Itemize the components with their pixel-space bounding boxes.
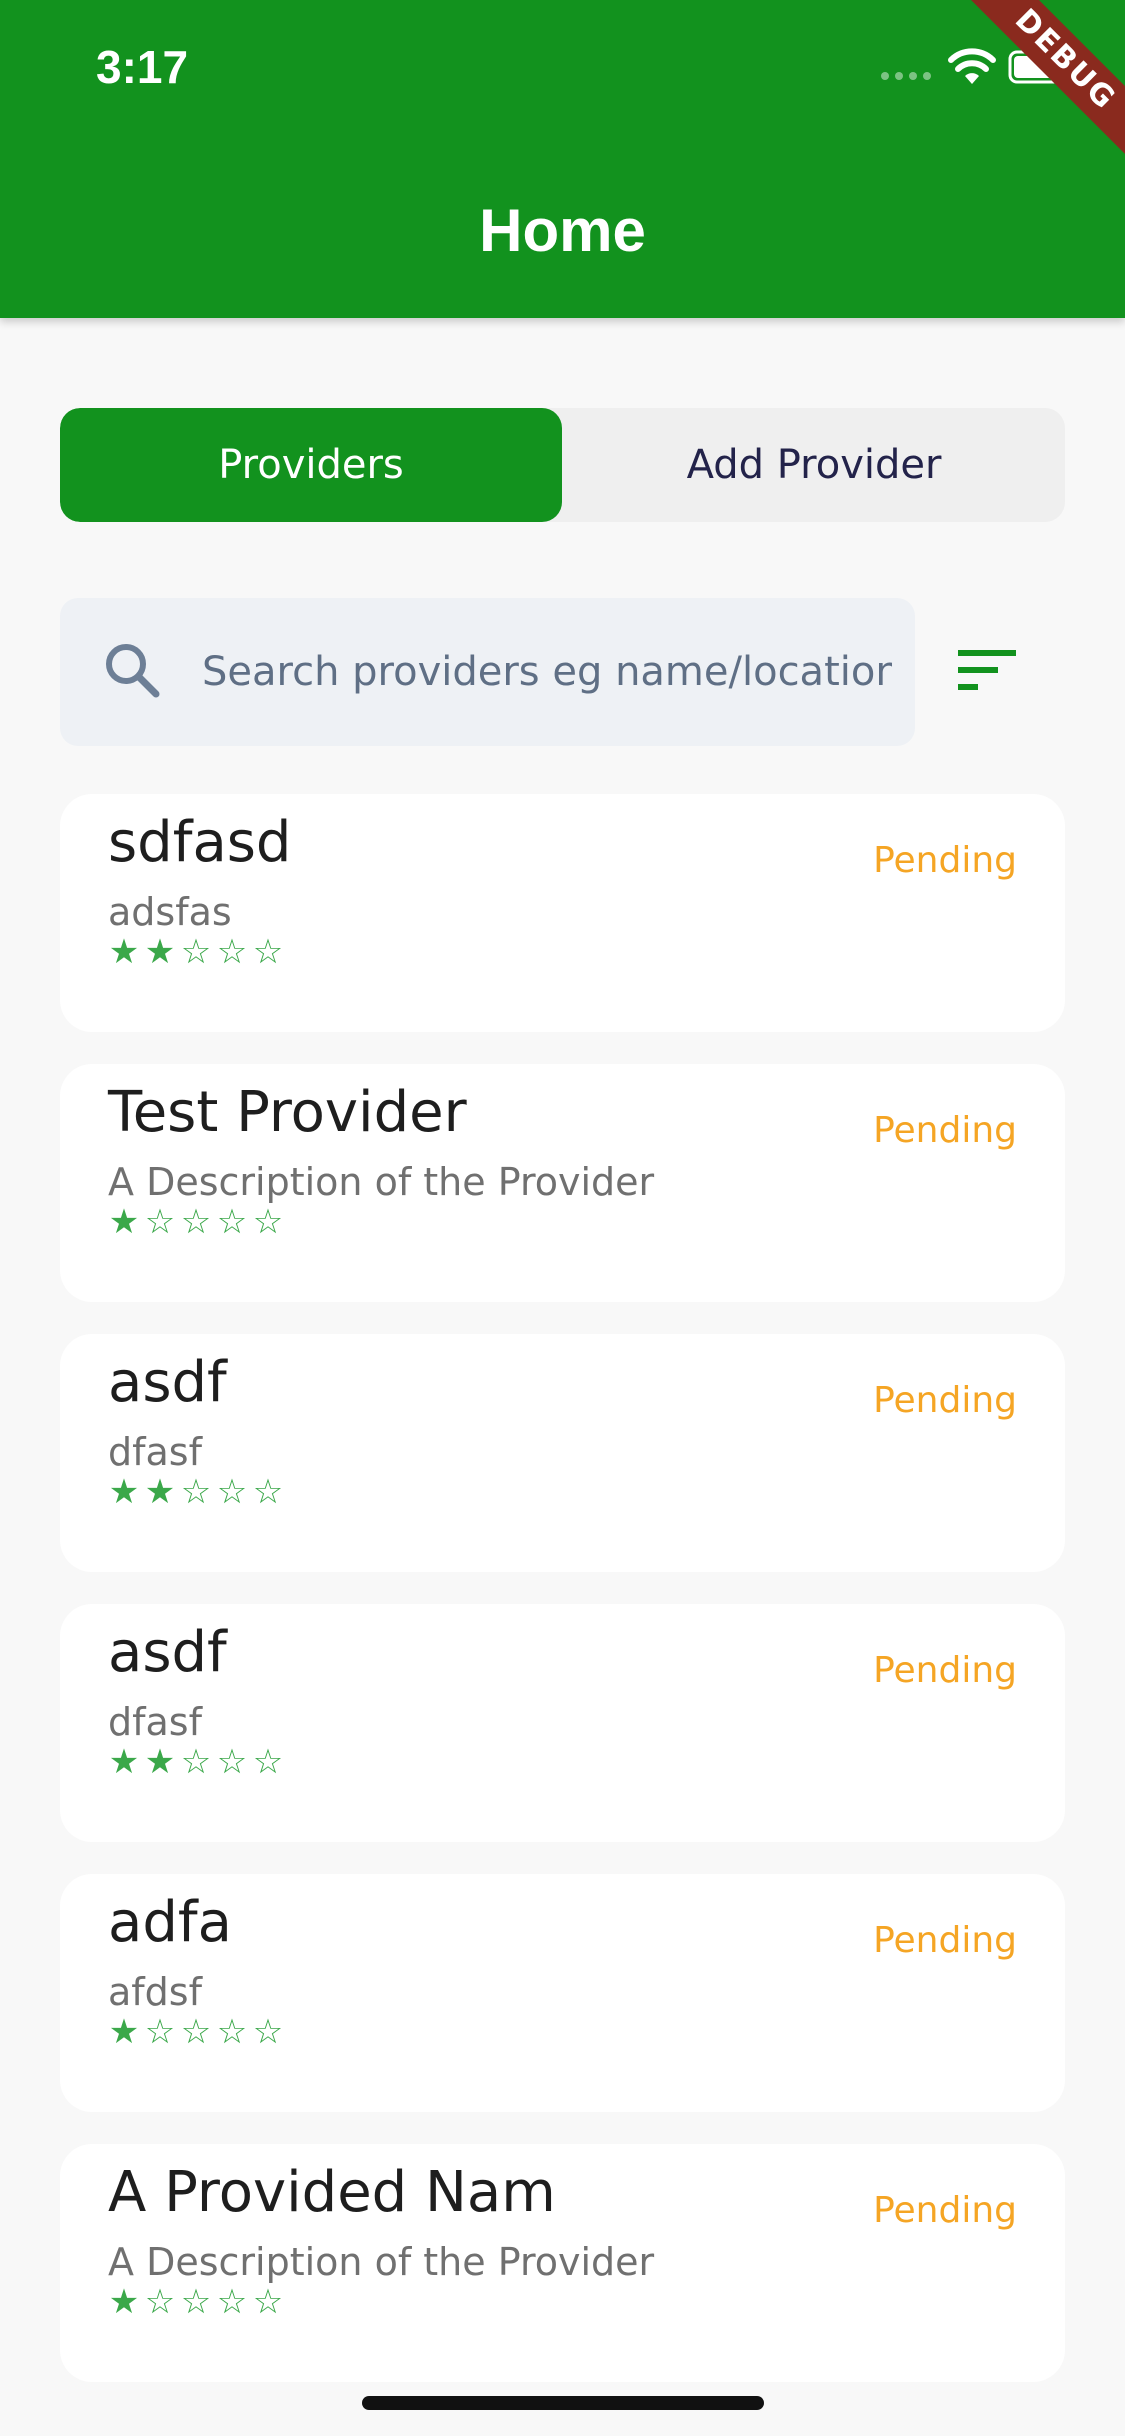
star-filled-icon: ★ (144, 932, 176, 972)
status-badge: Pending (873, 1650, 1017, 1691)
status-badge: Pending (873, 2190, 1017, 2231)
star-filled-icon: ★ (108, 2282, 140, 2322)
star-filled-icon: ★ (108, 1472, 140, 1512)
provider-description: dfasf (108, 1700, 202, 1744)
provider-card[interactable]: A Provided Nam A Description of the Prov… (60, 2144, 1065, 2382)
debug-banner: DEBUG (927, 0, 1125, 198)
provider-description: dfasf (108, 1430, 202, 1474)
tab-bar: Providers Add Provider (60, 408, 1065, 522)
provider-name: Test Provider (108, 1080, 467, 1145)
provider-name: sdfasd (108, 810, 292, 875)
star-outline-icon: ☆ (144, 1202, 176, 1242)
star-outline-icon: ☆ (216, 2282, 248, 2322)
star-outline-icon: ☆ (216, 932, 248, 972)
star-outline-icon: ☆ (216, 1472, 248, 1512)
star-outline-icon: ☆ (252, 932, 284, 972)
status-badge: Pending (873, 1110, 1017, 1151)
star-outline-icon: ☆ (252, 1472, 284, 1512)
home-indicator[interactable] (362, 2396, 764, 2410)
provider-description: A Description of the Provider (108, 1160, 655, 1204)
status-badge: Pending (873, 840, 1017, 881)
star-outline-icon: ☆ (144, 2282, 176, 2322)
tab-providers[interactable]: Providers (60, 408, 562, 522)
star-outline-icon: ☆ (252, 1742, 284, 1782)
provider-name: adfa (108, 1890, 232, 1955)
star-outline-icon: ☆ (216, 1202, 248, 1242)
filter-icon[interactable] (958, 648, 1016, 692)
star-filled-icon: ★ (144, 1742, 176, 1782)
star-filled-icon: ★ (108, 1742, 140, 1782)
star-outline-icon: ☆ (216, 2012, 248, 2052)
star-outline-icon: ☆ (180, 1202, 212, 1242)
rating-stars: ★ ★ ☆ ☆ ☆ (108, 1742, 284, 1782)
rating-stars: ★ ★ ☆ ☆ ☆ (108, 932, 284, 972)
search-icon (106, 644, 160, 698)
star-filled-icon: ★ (108, 932, 140, 972)
star-outline-icon: ☆ (180, 2282, 212, 2322)
tab-add-provider[interactable]: Add Provider (563, 408, 1065, 522)
star-outline-icon: ☆ (180, 932, 212, 972)
rating-stars: ★ ★ ☆ ☆ ☆ (108, 1472, 284, 1512)
search-input[interactable] (202, 598, 892, 746)
star-filled-icon: ★ (144, 1472, 176, 1512)
provider-card[interactable]: asdf dfasf ★ ★ ☆ ☆ ☆ Pending (60, 1334, 1065, 1572)
wifi-icon (948, 48, 996, 84)
rating-stars: ★ ☆ ☆ ☆ ☆ (108, 1202, 284, 1242)
star-filled-icon: ★ (108, 2012, 140, 2052)
provider-description: afdsf (108, 1970, 202, 2014)
status-badge: Pending (873, 1380, 1017, 1421)
star-outline-icon: ☆ (180, 2012, 212, 2052)
app-bar: 3:17 Home DEBUG (0, 0, 1125, 318)
status-badge: Pending (873, 1920, 1017, 1961)
star-outline-icon: ☆ (180, 1742, 212, 1782)
provider-card[interactable]: sdfasd adsfas ★ ★ ☆ ☆ ☆ Pending (60, 794, 1065, 1032)
star-outline-icon: ☆ (144, 2012, 176, 2052)
page-title: Home (479, 197, 646, 264)
star-outline-icon: ☆ (180, 1472, 212, 1512)
signal-icon (881, 72, 931, 80)
rating-stars: ★ ☆ ☆ ☆ ☆ (108, 2012, 284, 2052)
rating-stars: ★ ☆ ☆ ☆ ☆ (108, 2282, 284, 2322)
provider-name: A Provided Nam (108, 2160, 556, 2225)
provider-card[interactable]: adfa afdsf ★ ☆ ☆ ☆ ☆ Pending (60, 1874, 1065, 2112)
star-outline-icon: ☆ (252, 1202, 284, 1242)
star-outline-icon: ☆ (216, 1742, 248, 1782)
provider-name: asdf (108, 1620, 227, 1685)
provider-card[interactable]: Test Provider A Description of the Provi… (60, 1064, 1065, 1302)
provider-description: adsfas (108, 890, 232, 934)
star-filled-icon: ★ (108, 1202, 140, 1242)
status-time: 3:17 (96, 41, 189, 93)
search-box[interactable] (60, 598, 915, 746)
star-outline-icon: ☆ (252, 2012, 284, 2052)
provider-card[interactable]: asdf dfasf ★ ★ ☆ ☆ ☆ Pending (60, 1604, 1065, 1842)
provider-description: A Description of the Provider (108, 2240, 655, 2284)
provider-name: asdf (108, 1350, 227, 1415)
star-outline-icon: ☆ (252, 2282, 284, 2322)
